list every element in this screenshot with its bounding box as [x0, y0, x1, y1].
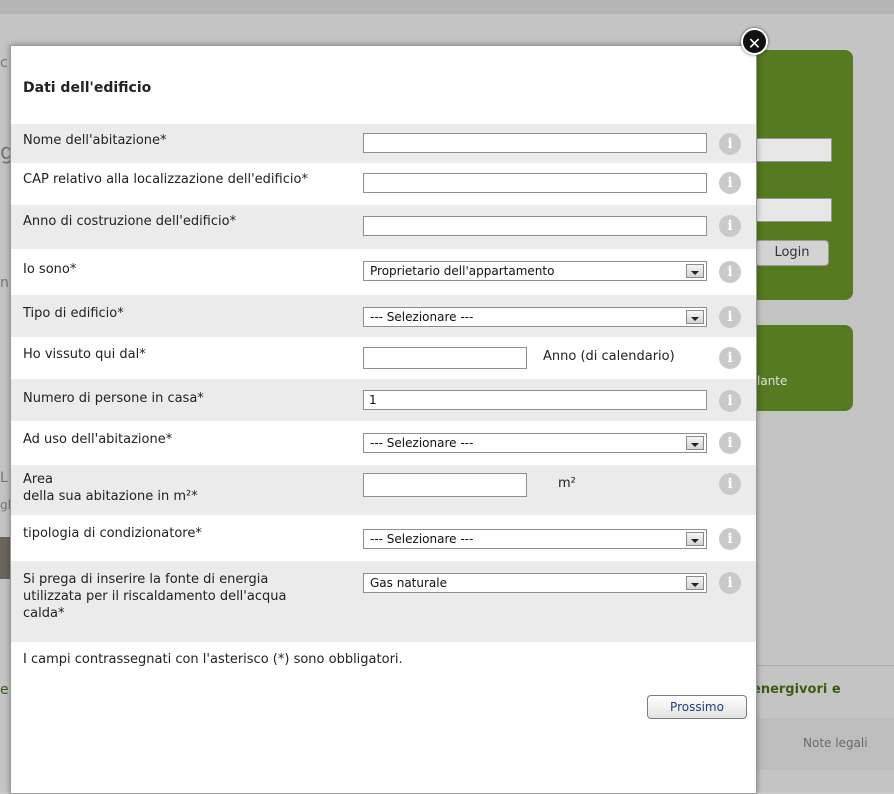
form-row-ac-type: tipologia di condizionatore* --- Selezio…	[11, 515, 756, 561]
background-section-heading: energivori e	[752, 682, 841, 697]
form-row-area: Area della sua abitazione in m²* m² i	[11, 465, 756, 515]
background-text-fragment: n	[0, 275, 9, 291]
cap-label: CAP relativo alla localizzazione dell'ed…	[23, 172, 308, 187]
ac-type-selected-value: --- Selezionare ---	[370, 532, 474, 546]
info-icon[interactable]: i	[719, 306, 741, 328]
persons-label: Numero di persone in casa*	[23, 391, 204, 406]
info-icon[interactable]: i	[719, 528, 741, 550]
energy-source-select[interactable]: Gas naturale	[363, 573, 707, 593]
cap-input[interactable]	[363, 173, 707, 193]
persons-input[interactable]	[363, 390, 707, 410]
chevron-down-icon[interactable]	[686, 532, 704, 546]
form-row-persons: Numero di persone in casa* i	[11, 379, 756, 421]
background-username-field[interactable]	[745, 138, 832, 162]
usage-selected-value: --- Selezionare ---	[370, 436, 474, 450]
info-icon[interactable]: i	[719, 473, 741, 495]
area-label: Area della sua abitazione in m²*	[23, 471, 198, 505]
info-icon[interactable]: i	[719, 172, 741, 194]
lived-since-suffix: Anno (di calendario)	[543, 349, 675, 364]
energy-source-label-line3: calda*	[23, 606, 65, 621]
info-icon[interactable]: i	[719, 133, 741, 155]
dialog-title: Dati dell'edificio	[23, 80, 152, 96]
i-am-selected-value: Proprietario dell'appartamento	[370, 264, 555, 278]
building-data-dialog: Dati dell'edificio Nome dell'abitazione*…	[10, 45, 757, 794]
building-type-selected-value: --- Selezionare ---	[370, 310, 474, 324]
background-login-button[interactable]: Login	[755, 240, 829, 266]
form-row-cap: CAP relativo alla localizzazione dell'ed…	[11, 163, 756, 205]
energy-source-label-line1: Si prega di inserire la fonte di energia	[23, 572, 269, 587]
year-built-label: Anno di costruzione dell'edificio*	[23, 214, 237, 229]
lived-since-input[interactable]	[363, 347, 527, 369]
background-password-field[interactable]	[745, 198, 832, 222]
home-name-input[interactable]	[363, 133, 707, 153]
usage-label: Ad uso dell'abitazione*	[23, 432, 173, 447]
next-button[interactable]: Prossimo	[647, 695, 747, 719]
lived-since-label: Ho vissuto qui dal*	[23, 347, 146, 362]
form-row-i-am: Io sono* Proprietario dell'appartamento …	[11, 249, 756, 295]
home-name-label: Nome dell'abitazione*	[23, 133, 167, 148]
form-row-home-name: Nome dell'abitazione* i	[11, 124, 756, 163]
area-label-line2: della sua abitazione in m²*	[23, 489, 198, 504]
footer-note-legali-link[interactable]: Note legali	[803, 736, 868, 750]
form-row-lived-since: Ho vissuto qui dal* Anno (di calendario)…	[11, 337, 756, 379]
info-icon[interactable]: i	[719, 432, 741, 454]
area-input[interactable]	[363, 473, 527, 497]
chevron-down-icon[interactable]	[686, 310, 704, 324]
usage-select[interactable]: --- Selezionare ---	[363, 433, 707, 453]
ac-type-label: tipologia di condizionatore*	[23, 526, 202, 541]
info-icon[interactable]: i	[719, 390, 741, 412]
year-built-input[interactable]	[363, 216, 707, 236]
form-row-energy-source: Si prega di inserire la fonte di energia…	[11, 561, 756, 642]
energy-source-label-line2: utilizzata per il riscaldamento dell'acq…	[23, 589, 287, 604]
form-row-year-built: Anno di costruzione dell'edificio* i	[11, 205, 756, 249]
chevron-down-icon[interactable]	[686, 576, 704, 590]
chevron-down-icon[interactable]	[686, 264, 704, 278]
close-icon: ✕	[747, 34, 762, 53]
i-am-select[interactable]: Proprietario dell'appartamento	[363, 261, 707, 281]
area-label-line1: Area	[23, 472, 53, 487]
ac-type-select[interactable]: --- Selezionare ---	[363, 529, 707, 549]
background-text-fragment: e	[0, 682, 9, 698]
background-text-fragment: L	[0, 470, 8, 486]
info-icon[interactable]: i	[719, 347, 741, 369]
required-fields-note: I campi contrassegnati con l'asterisco (…	[23, 652, 403, 667]
background-top-bar	[0, 0, 894, 15]
background-text-fragment: c	[0, 55, 8, 71]
building-type-label: Tipo di edificio*	[23, 306, 124, 321]
building-type-select[interactable]: --- Selezionare ---	[363, 307, 707, 327]
energy-source-label: Si prega di inserire la fonte di energia…	[23, 571, 286, 622]
area-unit: m²	[558, 476, 576, 491]
form-row-usage: Ad uso dell'abitazione* --- Selezionare …	[11, 421, 756, 465]
i-am-label: Io sono*	[23, 262, 77, 277]
energy-source-selected-value: Gas naturale	[370, 576, 447, 590]
info-icon[interactable]: i	[719, 572, 741, 594]
background-photo	[0, 537, 10, 579]
info-icon[interactable]: i	[719, 261, 741, 283]
promo-panel-text: lante	[757, 374, 788, 388]
info-icon[interactable]: i	[719, 215, 741, 237]
chevron-down-icon[interactable]	[686, 436, 704, 450]
form-row-building-type: Tipo di edificio* --- Selezionare --- i	[11, 295, 756, 337]
close-modal-button[interactable]: ✕	[741, 28, 768, 55]
